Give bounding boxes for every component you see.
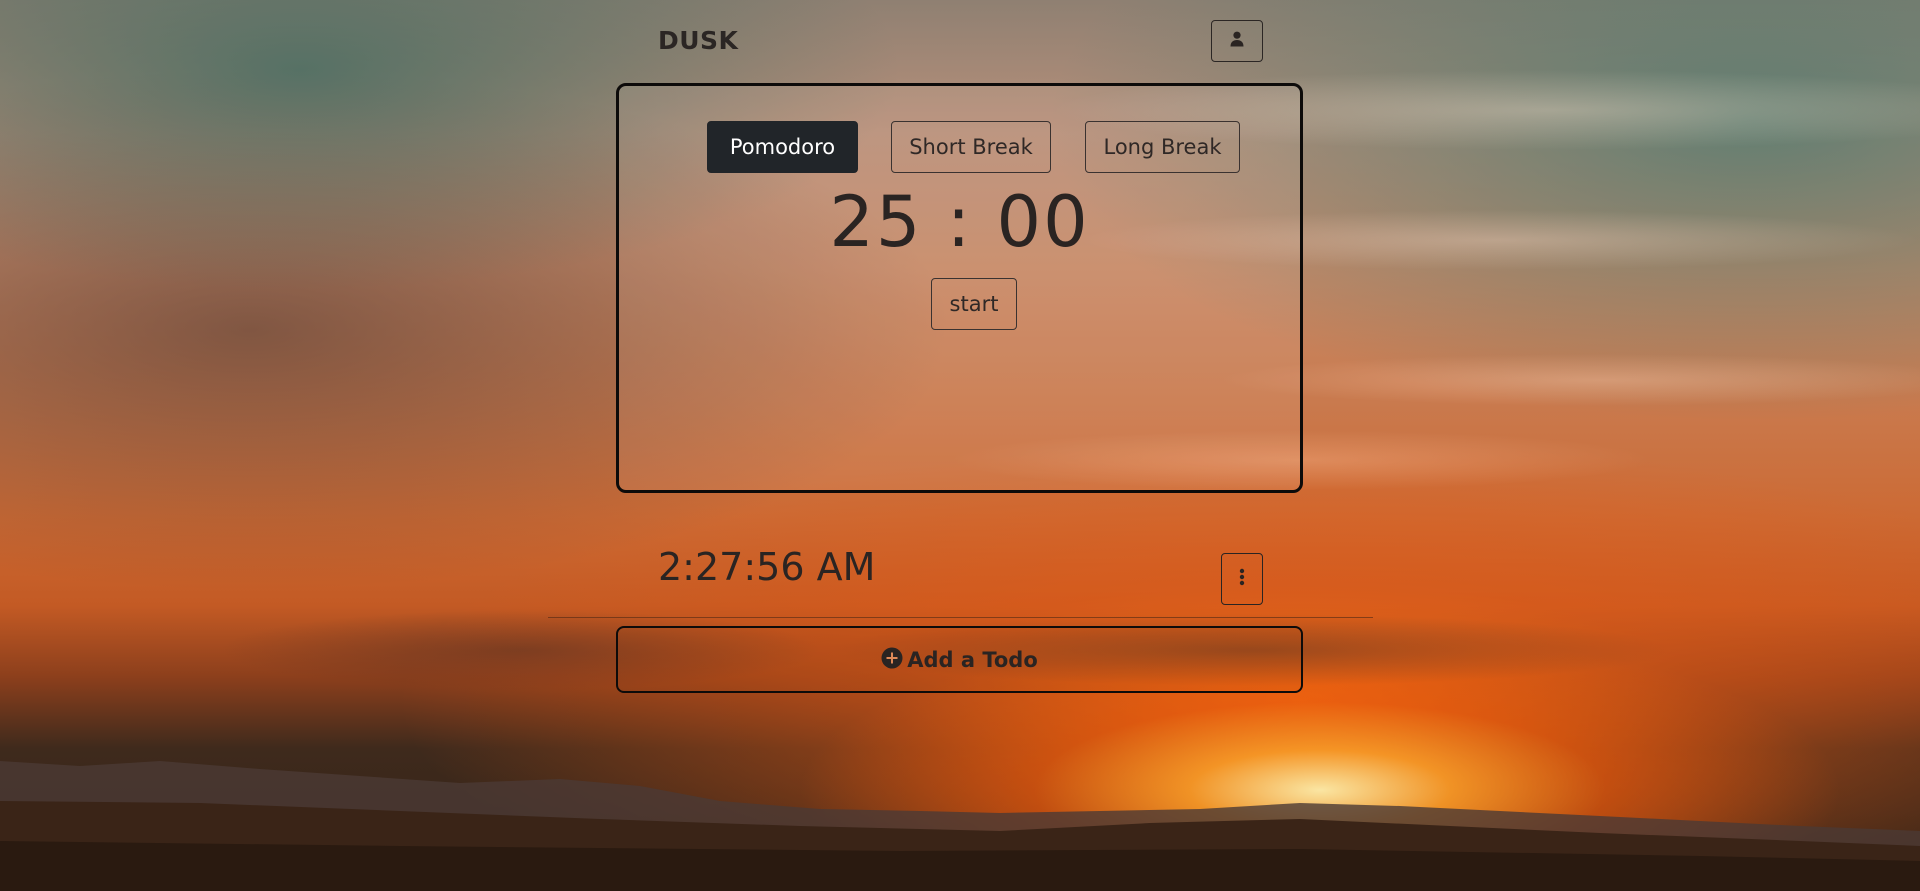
add-todo-button[interactable]: Add a Todo xyxy=(616,626,1303,693)
top-bar: DUSK xyxy=(658,18,1263,64)
brand-logo-text[interactable]: DUSK xyxy=(658,26,738,55)
tab-long-break[interactable]: Long Break xyxy=(1085,121,1240,173)
timer-mode-tabs: Pomodoro Short Break Long Break xyxy=(619,121,1300,173)
options-menu-button[interactable] xyxy=(1221,553,1263,605)
tab-pomodoro[interactable]: Pomodoro xyxy=(707,121,858,173)
timer-display: 25 : 00 xyxy=(829,181,1090,263)
add-todo-label: Add a Todo xyxy=(907,647,1038,672)
start-button[interactable]: start xyxy=(931,278,1017,330)
section-divider xyxy=(548,617,1373,618)
kebab-vertical-icon xyxy=(1239,568,1245,590)
clock-row: 2:27:56 AM xyxy=(658,545,1263,607)
pomodoro-app: DUSK Pomodoro Short Break Long Break 25 … xyxy=(0,0,1920,891)
current-time: 2:27:56 AM xyxy=(658,545,876,589)
plus-circle-icon xyxy=(881,647,903,673)
user-button[interactable] xyxy=(1211,20,1263,62)
tab-short-break[interactable]: Short Break xyxy=(891,121,1051,173)
user-icon xyxy=(1230,31,1244,51)
timer-card: Pomodoro Short Break Long Break 25 : 00 … xyxy=(616,83,1303,493)
